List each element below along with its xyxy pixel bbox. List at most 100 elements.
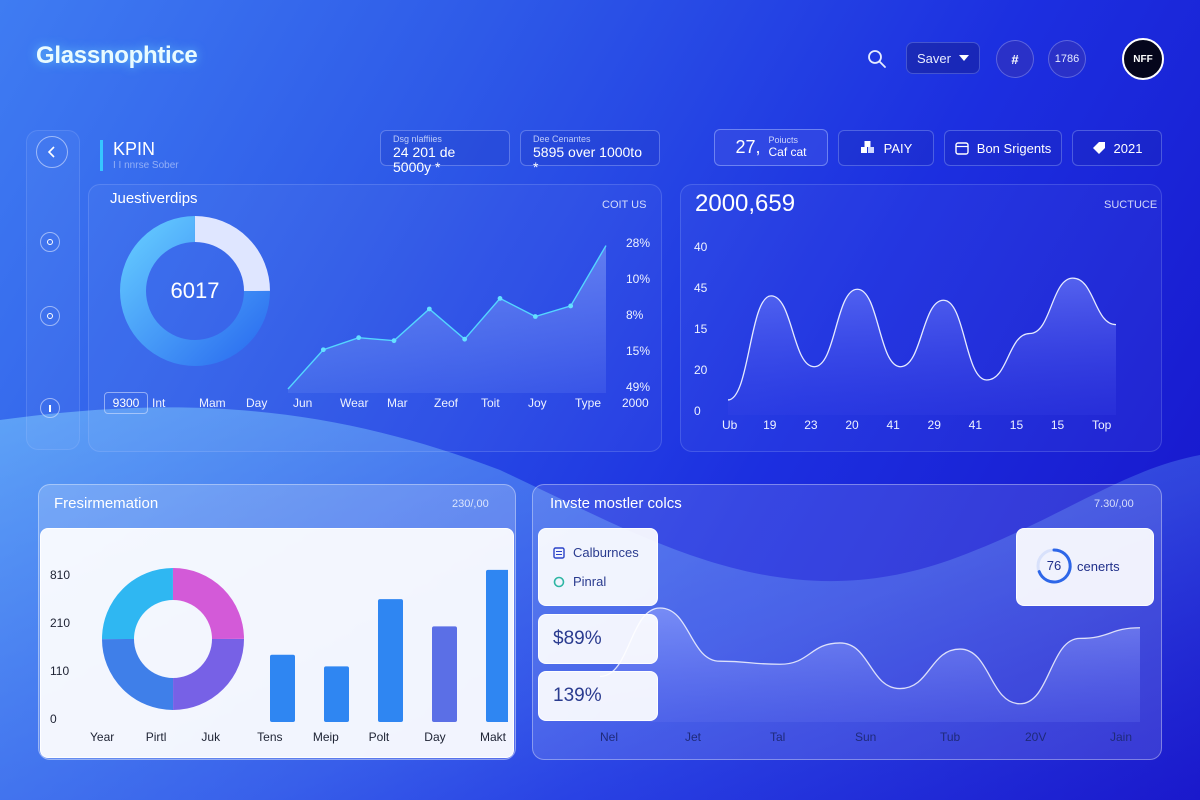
segments-pill[interactable]: Bon Srigents (944, 130, 1062, 166)
segments-pill-label: Bon Srigents (976, 140, 1052, 156)
hash-button[interactable]: # (996, 40, 1034, 78)
insights-x-label: Mam (199, 396, 226, 410)
document-icon (553, 546, 565, 559)
search-icon (868, 50, 886, 68)
trend-y-axis: 40 45 15 20 0 (694, 240, 718, 420)
panel-trend-subtitle: SUCTUCE (1104, 199, 1158, 211)
insights-point (497, 296, 503, 301)
kpi-tag: KPIN I I nnrse Sober (100, 140, 179, 171)
year-pill[interactable]: 2021 (1072, 130, 1162, 166)
formation-donut-slice-slice-2 (102, 638, 174, 710)
trend-x-label: 41 (968, 418, 983, 432)
insights-y-label: 15% (626, 344, 651, 358)
insights-point (462, 336, 468, 342)
ring-stat-card[interactable]: 76 cenerts (1016, 528, 1154, 606)
panel-colors-title: Invste mostler colcs (550, 495, 682, 512)
paiy-pill[interactable]: PAIY (838, 130, 934, 166)
trend-x-label: 29 (927, 418, 941, 432)
formation-donut-slice-slice-1 (172, 638, 244, 710)
insights-badge-value: 9300 (112, 396, 140, 410)
tag-icon (1092, 142, 1105, 154)
colors-x-label: Jet (685, 730, 702, 744)
insights-x-label: Toit (481, 396, 500, 410)
panel-formation-subtitle: 230/,00 (452, 498, 489, 510)
insights-area-fill (288, 245, 606, 393)
trend-y-label: 0 (694, 404, 701, 418)
chevron-left-icon (47, 146, 55, 158)
formation-bar (432, 626, 457, 722)
colors-x-label: Jain (1110, 730, 1133, 744)
avatar-initials: NFF (1133, 53, 1153, 65)
colors-x-label: Sun (855, 730, 877, 744)
donut-chart-formation (102, 568, 244, 710)
trend-x-label: 19 (763, 418, 777, 432)
chevron-down-icon (958, 55, 969, 61)
metric-card-one[interactable]: $89% (538, 614, 658, 664)
insights-y-label: 28% (626, 236, 651, 250)
products-pill[interactable]: 27, Poiucts Caf cat (714, 129, 828, 166)
metric-card-one-value: $89% (553, 628, 602, 649)
back-button[interactable] (36, 136, 68, 168)
trend-x-label: 23 (804, 418, 818, 432)
insights-x-label: Day (246, 396, 268, 410)
formation-y-label: 0 (50, 712, 57, 726)
rail-item-three[interactable] (40, 398, 60, 418)
insights-x-label: 2000 (622, 396, 649, 410)
formation-y-axis: 810 210 110 0 (50, 568, 76, 728)
formation-x-label: Day (424, 730, 446, 744)
legend-item-one: Calburnces (573, 545, 639, 560)
trend-y-label: 45 (694, 281, 708, 295)
formation-y-label: 110 (50, 664, 70, 678)
trend-x-axis: Ub 19 23 20 41 29 41 15 15 Top (722, 418, 1122, 436)
trend-area-fill (728, 278, 1116, 415)
kpi-subtitle: I I nnrse Sober (113, 160, 179, 171)
stat-box-one-value: 24 201 de 5000y * (393, 143, 456, 176)
formation-x-label: Polt (368, 730, 390, 744)
insights-x-label: Int (152, 396, 166, 410)
trend-x-label: 15 (1009, 418, 1024, 432)
saver-dropdown[interactable]: Saver (906, 42, 980, 74)
formation-donut-slice-slice-0 (172, 568, 244, 640)
panel-insights-title: Juestiverdips (110, 190, 198, 207)
insights-point (568, 303, 574, 309)
formation-bar (486, 569, 508, 722)
insights-x-label: Type (575, 396, 602, 410)
stat-box-one[interactable]: Dsg nlaffiies 24 201 de 5000y * (380, 130, 510, 175)
stat-box-two[interactable]: Dee Cenantes 5895 over 1000to * (520, 130, 660, 175)
trend-y-label: 20 (694, 363, 708, 377)
metric-card-two[interactable]: 139% (538, 671, 658, 721)
formation-x-label: Year (90, 730, 115, 744)
formation-bar (324, 666, 349, 722)
calendar-icon (955, 142, 969, 155)
ring-stat-value: 76 (1046, 558, 1062, 573)
notification-button[interactable]: 1786 (1048, 40, 1086, 78)
colors-x-label: Tub (940, 730, 961, 744)
insights-y-axis: 28% 10% 8% 15% 49% (626, 236, 656, 396)
formation-bar (270, 654, 295, 722)
stat-box-two-value: 5895 over 1000to * (533, 143, 642, 176)
ring-stat-label: cenerts (1077, 559, 1120, 574)
panel-trend-title: 2000,659 (695, 190, 796, 217)
info-icon (49, 404, 51, 412)
insights-point (426, 306, 432, 312)
avatar[interactable]: NFF (1122, 38, 1164, 80)
insights-x-label: Joy (528, 396, 547, 410)
search-button[interactable] (862, 44, 892, 74)
insights-badge[interactable]: 9300 (104, 392, 148, 414)
rail-item-two[interactable] (40, 306, 60, 326)
rail-item-one[interactable] (40, 232, 60, 252)
trend-x-label: 15 (1050, 418, 1065, 432)
kpi-title: KPIN (113, 139, 156, 159)
formation-x-label: Meip (312, 730, 339, 744)
trend-x-label: Ub (722, 418, 738, 432)
colors-x-label: 20V (1025, 730, 1047, 744)
settings-icon (47, 313, 53, 319)
legend-card[interactable]: Calburnces Pinral (538, 528, 658, 606)
bar-chart-formation (270, 569, 508, 722)
trend-x-label: 41 (886, 418, 900, 432)
insights-point (356, 335, 362, 341)
insights-x-label: Jun (293, 396, 313, 410)
insights-point (532, 314, 538, 319)
legend-item-two: Pinral (573, 574, 607, 589)
colors-x-axis: Nel Jet Tal Sun Tub 20V Jain (600, 730, 1140, 748)
